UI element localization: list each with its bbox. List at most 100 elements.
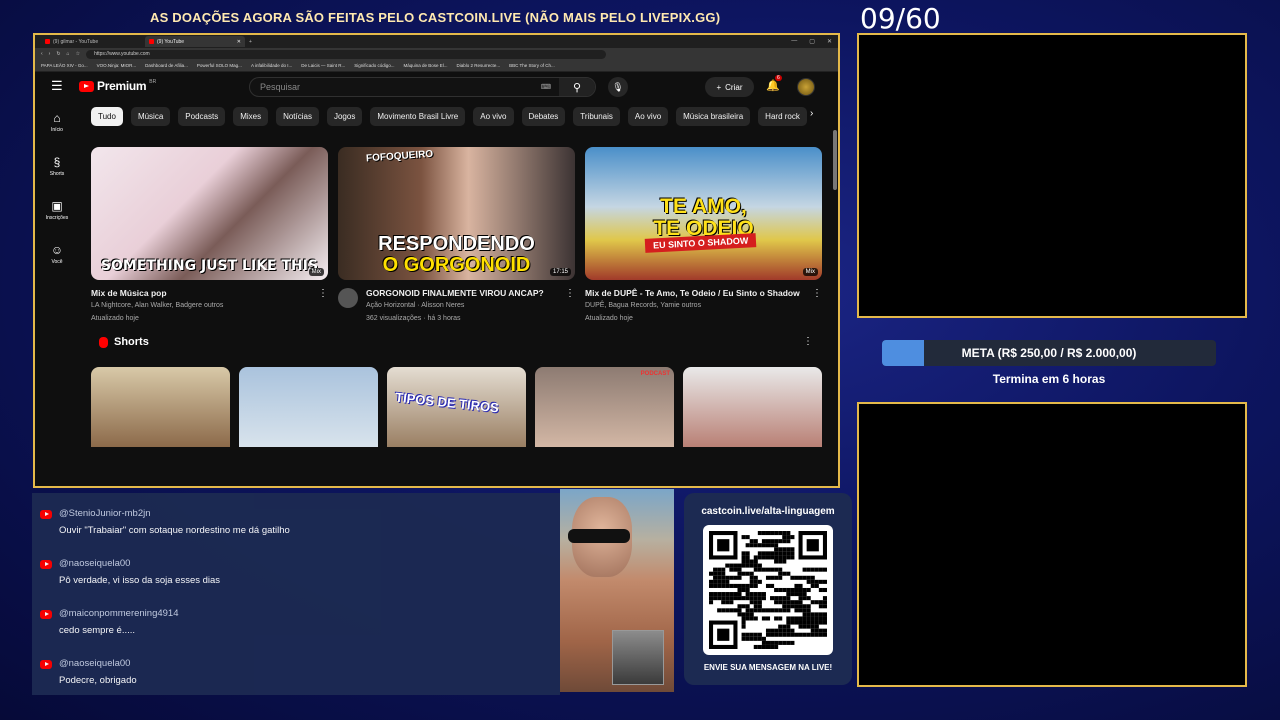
close-window-icon[interactable]: ✕ bbox=[827, 38, 832, 45]
filter-chip[interactable]: Tudo bbox=[91, 107, 123, 126]
bookmark-item[interactable]: BBC The Story of Ch... bbox=[509, 63, 555, 68]
donation-banner: AS DOAÇÕES AGORA SÃO FEITAS PELO CASTCOI… bbox=[150, 10, 721, 25]
back-icon[interactable]: ‹ bbox=[41, 51, 43, 57]
account-avatar[interactable] bbox=[797, 78, 815, 96]
video-meta: 362 visualizações · há 3 horas bbox=[366, 315, 461, 322]
shorts-more-icon[interactable]: ⋮ bbox=[803, 336, 813, 347]
filter-chip[interactable]: Música bbox=[130, 107, 171, 126]
forward-icon[interactable]: › bbox=[49, 51, 51, 57]
filter-chip[interactable]: Ao vivo bbox=[473, 107, 514, 126]
more-options-icon[interactable]: ⋮ bbox=[565, 288, 575, 299]
video-title[interactable]: Mix de Música pop bbox=[91, 288, 328, 299]
inset-photo bbox=[612, 630, 664, 685]
reload-icon[interactable]: ↻ bbox=[56, 51, 60, 57]
bookmark-item[interactable]: Dashboard de Afilia... bbox=[145, 63, 188, 68]
video-card[interactable]: SOMETHING JUST LIKE THIS Mix Mix de Músi… bbox=[91, 147, 328, 325]
more-options-icon[interactable]: ⋮ bbox=[318, 288, 328, 299]
search-placeholder: Pesquisar bbox=[260, 82, 301, 92]
channel-avatar[interactable] bbox=[338, 288, 358, 308]
search-input[interactable]: Pesquisar ⌨ ⚲ bbox=[249, 77, 596, 97]
filter-chip[interactable]: Movimento Brasil Livre bbox=[370, 107, 466, 126]
search-button[interactable]: ⚲ bbox=[559, 78, 595, 96]
maximize-icon[interactable]: ▢ bbox=[809, 38, 815, 45]
minimize-icon[interactable]: — bbox=[791, 38, 797, 45]
short-thumbnail[interactable] bbox=[239, 367, 378, 447]
tab-bar: (9) gilmar - YouTube (9) YouTube ✕ + — ▢ ✕ bbox=[35, 35, 838, 48]
filter-chip[interactable]: Jogos bbox=[326, 107, 363, 126]
keyboard-icon[interactable]: ⌨ bbox=[541, 83, 551, 91]
qr-url: castcoin.live/alta-linguagem bbox=[701, 506, 835, 517]
sidebar-item-label: Shorts bbox=[49, 171, 65, 177]
video-title[interactable]: GORGONOID FINALMENTE VIROU ANCAP? bbox=[366, 288, 575, 299]
bookmark-item[interactable]: De Laicis — Saint R... bbox=[301, 63, 345, 68]
short-text: TIPOS DE TIROS bbox=[394, 389, 500, 416]
chat-text: Ouvir "Trabaiar" com sotaque nordestino … bbox=[59, 525, 290, 536]
mix-badge: Mix bbox=[802, 268, 818, 276]
sidebar-item-home[interactable]: ⌂ Início bbox=[35, 100, 79, 144]
bookmark-item[interactable]: Significado código... bbox=[354, 63, 394, 68]
close-tab-icon[interactable]: ✕ bbox=[237, 39, 241, 45]
thumbnail-text: RESPONDENDO O GORGONOID bbox=[338, 234, 575, 276]
sidebar-item-shorts[interactable]: § Shorts bbox=[35, 144, 79, 188]
video-info: Mix de DUPÊ - Te Amo, Te Odeio / Eu Sint… bbox=[585, 288, 822, 325]
filter-chip[interactable]: Mixes bbox=[233, 107, 269, 126]
sidebar-item-profile[interactable]: ☺ Você bbox=[35, 232, 79, 276]
video-meta: Atualizado hoje bbox=[91, 315, 139, 322]
browser-tab[interactable]: (9) gilmar - YouTube bbox=[41, 36, 141, 47]
video-card[interactable]: FOFOQUEIRO RESPONDENDO O GORGONOID 17:15 … bbox=[338, 147, 575, 325]
video-channel[interactable]: Ação Horizontal · Alisson Neres bbox=[366, 299, 575, 312]
filter-chip[interactable]: Ao vivo bbox=[627, 107, 669, 126]
sidebar-item-subscriptions[interactable]: ▣ Inscrições bbox=[35, 188, 79, 232]
filter-chip[interactable]: Música brasileira bbox=[676, 107, 751, 126]
bookmark-item[interactable]: PAPA LEÃO XIV - Go... bbox=[41, 63, 88, 68]
bookmark-item[interactable]: VOO.Ninja: MIOR... bbox=[97, 63, 137, 68]
browser-window: (9) gilmar - YouTube (9) YouTube ✕ + — ▢ ✕ … bbox=[33, 33, 840, 488]
video-grid: SOMETHING JUST LIKE THIS Mix Mix de Músi… bbox=[91, 147, 822, 325]
overlay-panel-top bbox=[857, 33, 1247, 318]
bookmark-icon[interactable]: ☆ bbox=[76, 51, 80, 57]
short-thumbnail[interactable]: TIPOS DE TIROS bbox=[387, 367, 526, 447]
filter-chip[interactable]: Podcasts bbox=[178, 107, 226, 126]
bookmark-item[interactable]: Máquina de Bose El... bbox=[404, 63, 448, 68]
home-browser-icon[interactable]: ⌂ bbox=[67, 51, 70, 57]
mix-badge: Mix bbox=[308, 268, 324, 276]
thumbnail-line-1: TE AMO, bbox=[660, 195, 747, 218]
bookmarks-bar: PAPA LEÃO XIV - Go... VOO.Ninja: MIOR... D… bbox=[35, 60, 838, 72]
chat-username: @naoseiquela00 bbox=[59, 558, 131, 569]
logo-text: Premium bbox=[97, 79, 147, 93]
filter-chip[interactable]: Notícias bbox=[276, 107, 319, 126]
video-info: GORGONOID FINALMENTE VIROU ANCAP? Ação H… bbox=[338, 288, 575, 325]
bookmark-item[interactable]: Diablo 2 Resurrecte... bbox=[457, 63, 501, 68]
page-scrollbar[interactable] bbox=[833, 130, 837, 190]
url-input[interactable]: https://www.youtube.com bbox=[86, 49, 607, 59]
youtube-page: ☰ Premium BR Pesquisar ⌨ ⚲ 🎙 + Criar 🔔 6 … bbox=[35, 72, 838, 486]
thumbnail-line-1: RESPONDENDO bbox=[378, 233, 535, 255]
video-card[interactable]: TE AMO, TE ODEIO EU SINTO O SHADOW Mix Mi… bbox=[585, 147, 822, 325]
short-thumbnail[interactable] bbox=[683, 367, 822, 447]
bookmark-item[interactable]: A infalibilidade do I... bbox=[251, 63, 292, 68]
new-tab-button[interactable]: + bbox=[249, 39, 252, 45]
video-thumbnail[interactable]: TE AMO, TE ODEIO EU SINTO O SHADOW Mix bbox=[585, 147, 822, 280]
qr-code bbox=[703, 525, 833, 655]
more-options-icon[interactable]: ⋮ bbox=[812, 288, 822, 299]
video-thumbnail[interactable]: SOMETHING JUST LIKE THIS Mix bbox=[91, 147, 328, 280]
bookmark-item[interactable]: Powerful SOLO Mag... bbox=[197, 63, 242, 68]
home-icon: ⌂ bbox=[53, 111, 61, 125]
create-button[interactable]: + Criar bbox=[705, 77, 754, 97]
browser-tab-active[interactable]: (9) YouTube ✕ bbox=[145, 36, 245, 47]
filter-chip[interactable]: Tribunais bbox=[573, 107, 620, 126]
video-title[interactable]: Mix de DUPÊ - Te Amo, Te Odeio / Eu Sint… bbox=[585, 288, 822, 299]
chevron-right-icon[interactable]: › bbox=[810, 108, 813, 119]
menu-icon[interactable]: ☰ bbox=[51, 78, 71, 94]
youtube-header: ☰ Premium BR Pesquisar ⌨ ⚲ 🎙 + Criar 🔔 6 bbox=[35, 72, 838, 100]
short-thumbnail[interactable]: PODCAST bbox=[535, 367, 674, 447]
create-label: Criar bbox=[725, 82, 743, 92]
filter-chip[interactable]: Hard rock bbox=[758, 107, 807, 126]
video-meta: Atualizado hoje bbox=[585, 315, 633, 322]
video-thumbnail[interactable]: FOFOQUEIRO RESPONDENDO O GORGONOID 17:15 bbox=[338, 147, 575, 280]
youtube-logo[interactable]: Premium BR bbox=[79, 79, 156, 93]
profile-icon: ☺ bbox=[50, 243, 64, 257]
mic-button[interactable]: 🎙 bbox=[608, 77, 628, 97]
filter-chip[interactable]: Debates bbox=[521, 107, 566, 126]
short-thumbnail[interactable] bbox=[91, 367, 230, 447]
